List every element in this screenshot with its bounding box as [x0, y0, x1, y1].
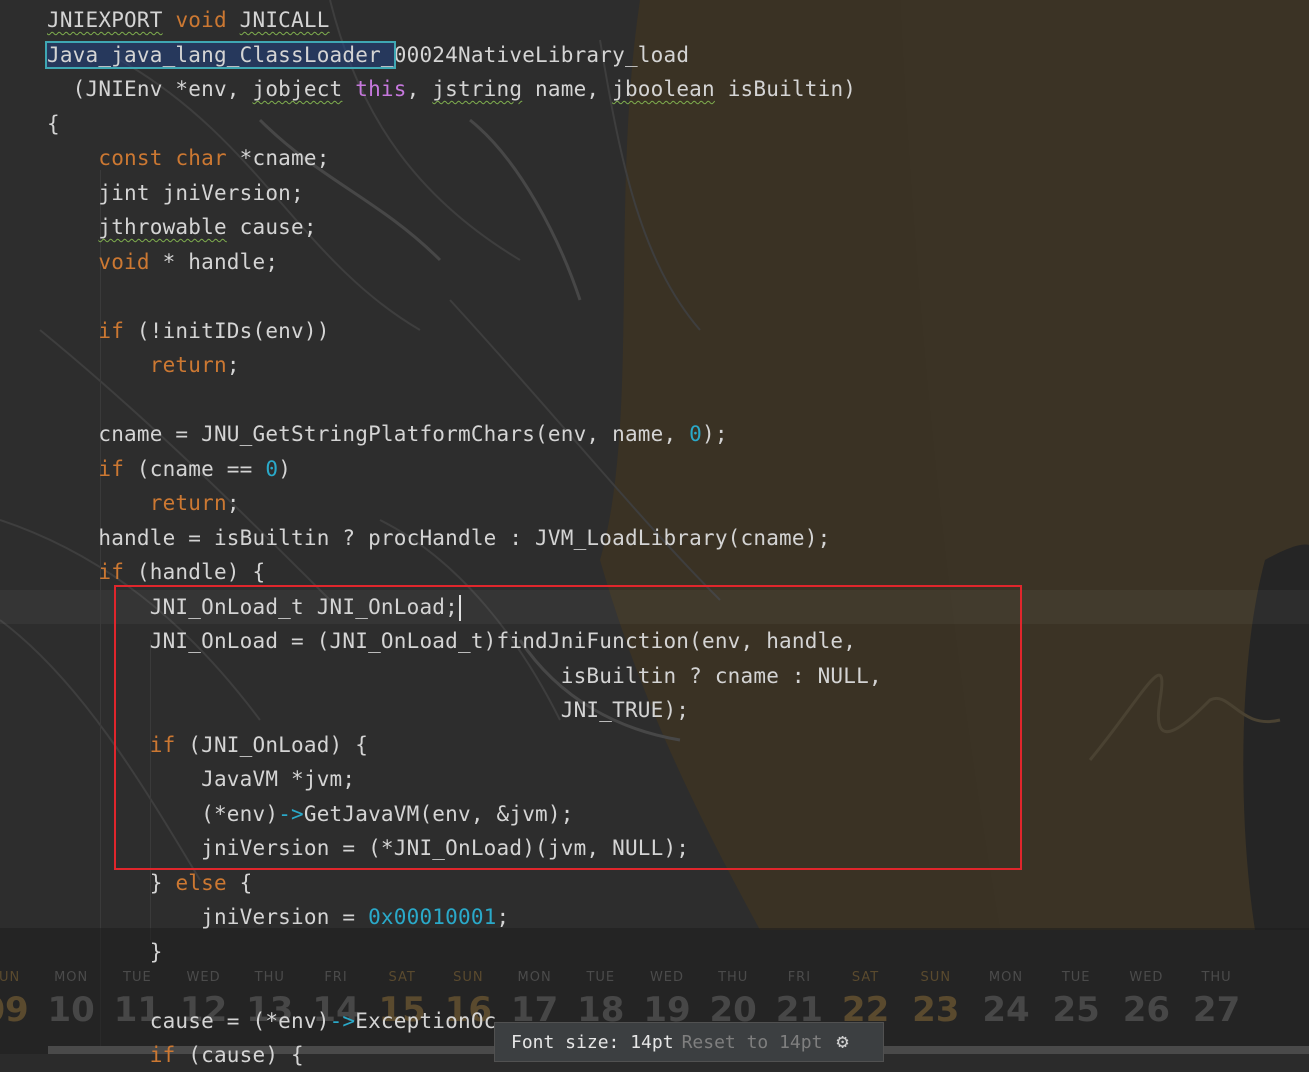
code-token: (JNIEnv *env,	[47, 77, 253, 101]
code-token: jthrowable	[98, 215, 227, 239]
code-line[interactable]: return;	[47, 486, 240, 520]
code-token: if	[98, 456, 125, 481]
code-line[interactable]: {	[47, 107, 60, 141]
code-token: if	[98, 318, 125, 343]
code-token: 00024NativeLibrary_load	[393, 42, 690, 67]
code-token: (handle) {	[124, 560, 266, 584]
code-token: if	[98, 560, 125, 584]
code-token: )	[278, 456, 292, 481]
code-token: * handle;	[149, 249, 279, 274]
code-token: }	[47, 939, 163, 964]
code-token: jboolean	[612, 77, 715, 101]
code-token: *cname;	[226, 146, 330, 170]
code-line[interactable]: if (handle) {	[47, 555, 265, 589]
code-line[interactable]: }	[47, 935, 163, 969]
code-token: return	[149, 491, 227, 515]
code-line[interactable]: void * handle;	[47, 245, 278, 279]
code-token: jint jniVersion;	[47, 180, 304, 205]
code-line[interactable]: cname = JNU_GetStringPlatformChars(env, …	[47, 417, 728, 451]
code-token: this	[355, 77, 407, 101]
code-token: ;	[496, 905, 510, 929]
code-token: ;	[226, 491, 240, 515]
code-line[interactable]: if (cause) {	[47, 1038, 304, 1072]
annotation-highlight-box	[114, 585, 1022, 870]
code-token: jstring	[432, 77, 523, 101]
code-token: name,	[522, 77, 613, 101]
code-token: else	[175, 870, 227, 895]
code-line[interactable]: handle = isBuiltin ? procHandle : JVM_Lo…	[47, 521, 830, 555]
code-token: JNIEXPORT	[47, 8, 163, 32]
code-token: (cname ==	[124, 456, 266, 481]
code-token: (cause) {	[175, 1043, 304, 1067]
code-token: cname = JNU_GetStringPlatformChars(env, …	[47, 422, 690, 446]
code-line[interactable]: jniVersion = 0x00010001;	[47, 900, 509, 934]
code-token: cause = (*env)	[47, 1008, 330, 1033]
code-token: void	[175, 8, 227, 32]
code-token: {	[47, 111, 60, 136]
code-token: }	[47, 870, 176, 895]
code-line[interactable]: (JNIEnv *env, jobject this, jstring name…	[47, 72, 856, 106]
code-token: return	[149, 353, 227, 377]
code-line[interactable]: Java_java_lang_ClassLoader_00024NativeLi…	[45, 38, 690, 72]
code-token: ;	[226, 353, 240, 377]
code-line[interactable]: cause = (*env)->ExceptionOc	[47, 1004, 497, 1038]
code-line[interactable]: if (cname == 0)	[47, 452, 291, 486]
code-token: ->	[329, 1008, 356, 1033]
code-line[interactable]: if (!initIDs(env))	[47, 314, 330, 348]
code-token: isBuiltin)	[714, 77, 857, 101]
code-token: jobject	[252, 77, 343, 101]
gear-icon[interactable]: ⚙	[836, 1029, 848, 1053]
code-line[interactable]: return;	[47, 348, 240, 382]
code-token: void	[98, 249, 150, 274]
code-token: JNICALL	[239, 8, 330, 32]
code-token: char	[175, 146, 227, 170]
code-token: 0x00010001	[368, 905, 497, 929]
code-token: 0	[265, 456, 279, 481]
code-token: Java_java_lang_ClassLoader_	[45, 40, 396, 69]
code-token: {	[226, 870, 253, 895]
code-token: cause;	[226, 215, 317, 239]
code-token: 0	[689, 422, 702, 446]
code-token: handle = isBuiltin ? procHandle : JVM_Lo…	[47, 525, 831, 550]
code-line[interactable]: JNIEXPORT void JNICALL	[47, 3, 330, 37]
code-token: );	[702, 422, 728, 446]
code-token: (!initIDs(env))	[124, 318, 330, 343]
code-token: ExceptionOc	[355, 1008, 497, 1033]
code-line[interactable]: } else {	[47, 866, 253, 900]
font-size-popup: Font size: 14pt Reset to 14pt ⚙	[494, 1022, 884, 1062]
code-line[interactable]: const char *cname;	[47, 141, 330, 175]
reset-font-size-link[interactable]: Reset to 14pt	[682, 1032, 823, 1053]
code-line[interactable]: jint jniVersion;	[47, 176, 304, 210]
code-token: const	[98, 146, 163, 170]
code-line[interactable]: jthrowable cause;	[47, 210, 317, 244]
code-editor[interactable]: JNIEXPORT void JNICALL Java_java_lang_Cla…	[0, 0, 1309, 1067]
code-token: if	[149, 1043, 176, 1067]
font-size-label: Font size: 14pt	[511, 1032, 674, 1053]
code-token: ,	[406, 77, 433, 101]
code-token: jniVersion =	[47, 905, 369, 929]
